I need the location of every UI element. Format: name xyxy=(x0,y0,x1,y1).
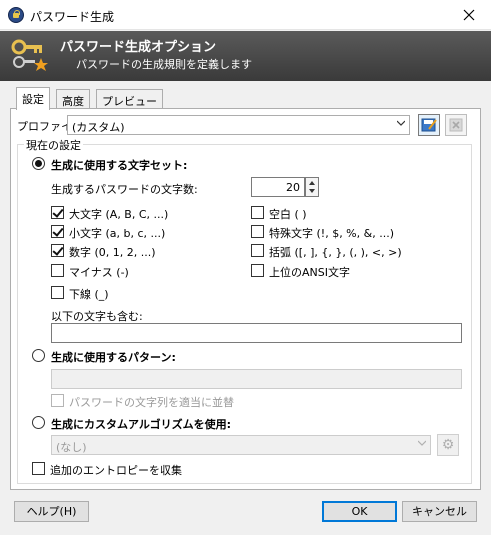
charset-label: 生成に使用する文字セット: xyxy=(51,159,188,172)
close-icon xyxy=(463,9,474,21)
tab-settings[interactable]: 設定 xyxy=(16,87,50,110)
high-ansi-label: 上位のANSI文字 xyxy=(269,266,350,279)
special-label: 特殊文字 (!, $, %, &, ...) xyxy=(269,227,394,240)
delete-icon xyxy=(449,118,463,132)
space-checkbox[interactable] xyxy=(251,206,264,219)
digits-label: 数字 (0, 1, 2, ...) xyxy=(69,246,156,259)
pattern-input[interactable] xyxy=(51,369,462,389)
length-spinner[interactable] xyxy=(305,177,319,197)
length-label: 生成するパスワードの文字数: xyxy=(51,183,198,196)
tab-preview[interactable]: プレビュー xyxy=(96,89,163,109)
brackets-label: 括弧 ([, ], {, }, (, ), <, >) xyxy=(269,246,402,259)
spin-up-icon[interactable] xyxy=(309,181,315,185)
tab-advanced[interactable]: 高度 xyxy=(56,89,90,109)
entropy-label: 追加のエントロピーを収集 xyxy=(50,464,182,477)
algorithm-label: 生成にカスタムアルゴリズムを使用: xyxy=(51,418,232,431)
spin-down-icon[interactable] xyxy=(309,189,315,193)
key-icon xyxy=(11,39,48,71)
length-input[interactable]: 20 xyxy=(251,177,305,197)
pattern-radio[interactable] xyxy=(32,349,45,362)
group-title: 現在の設定 xyxy=(24,137,83,153)
high-ansi-checkbox[interactable] xyxy=(251,264,264,277)
cancel-button[interactable]: キャンセル xyxy=(402,501,477,522)
uppercase-checkbox[interactable] xyxy=(51,206,64,219)
pattern-label: 生成に使用するパターン: xyxy=(51,351,176,364)
banner-subtitle: パスワードの生成規則を定義します xyxy=(76,58,252,71)
special-checkbox[interactable] xyxy=(251,225,264,238)
chevron-down-icon xyxy=(418,440,426,446)
lowercase-label: 小文字 (a, b, c, ...) xyxy=(69,227,166,240)
save-profile-icon xyxy=(421,118,437,132)
profile-value: (カスタム) xyxy=(72,121,125,134)
include-label: 以下の文字も含む: xyxy=(51,310,143,323)
include-input[interactable] xyxy=(51,323,462,343)
window-title: パスワード生成 xyxy=(30,10,115,24)
algorithm-dropdown[interactable]: (なし) xyxy=(51,435,431,455)
lock-icon xyxy=(8,7,24,23)
space-label: 空白 ( ) xyxy=(269,208,307,221)
banner-title: パスワード生成オプション xyxy=(60,40,217,55)
algorithm-options-button[interactable]: ⚙ xyxy=(437,434,459,456)
digits-checkbox[interactable] xyxy=(51,244,64,257)
underscore-checkbox[interactable] xyxy=(51,286,64,299)
shuffle-label: パスワードの文字列を適当に並替 xyxy=(69,396,234,409)
save-profile-button[interactable] xyxy=(418,114,440,136)
ok-button[interactable]: OK xyxy=(322,501,397,522)
help-button[interactable]: ヘルプ(H) xyxy=(14,501,89,522)
underscore-label: 下線 (_) xyxy=(69,288,109,301)
algorithm-value: (なし) xyxy=(56,441,87,454)
shuffle-checkbox[interactable] xyxy=(51,394,64,407)
profile-dropdown[interactable]: (カスタム) xyxy=(67,115,410,135)
gear-icon: ⚙ xyxy=(441,437,455,453)
charset-radio[interactable] xyxy=(32,157,45,170)
brackets-checkbox[interactable] xyxy=(251,244,264,257)
uppercase-label: 大文字 (A, B, C, ...) xyxy=(69,208,169,221)
delete-profile-button[interactable] xyxy=(445,114,467,136)
close-button[interactable] xyxy=(446,0,491,30)
entropy-checkbox[interactable] xyxy=(32,462,45,475)
algorithm-radio[interactable] xyxy=(32,416,45,429)
lowercase-checkbox[interactable] xyxy=(51,225,64,238)
chevron-down-icon xyxy=(397,120,405,126)
minus-label: マイナス (-) xyxy=(69,266,129,279)
minus-checkbox[interactable] xyxy=(51,264,64,277)
